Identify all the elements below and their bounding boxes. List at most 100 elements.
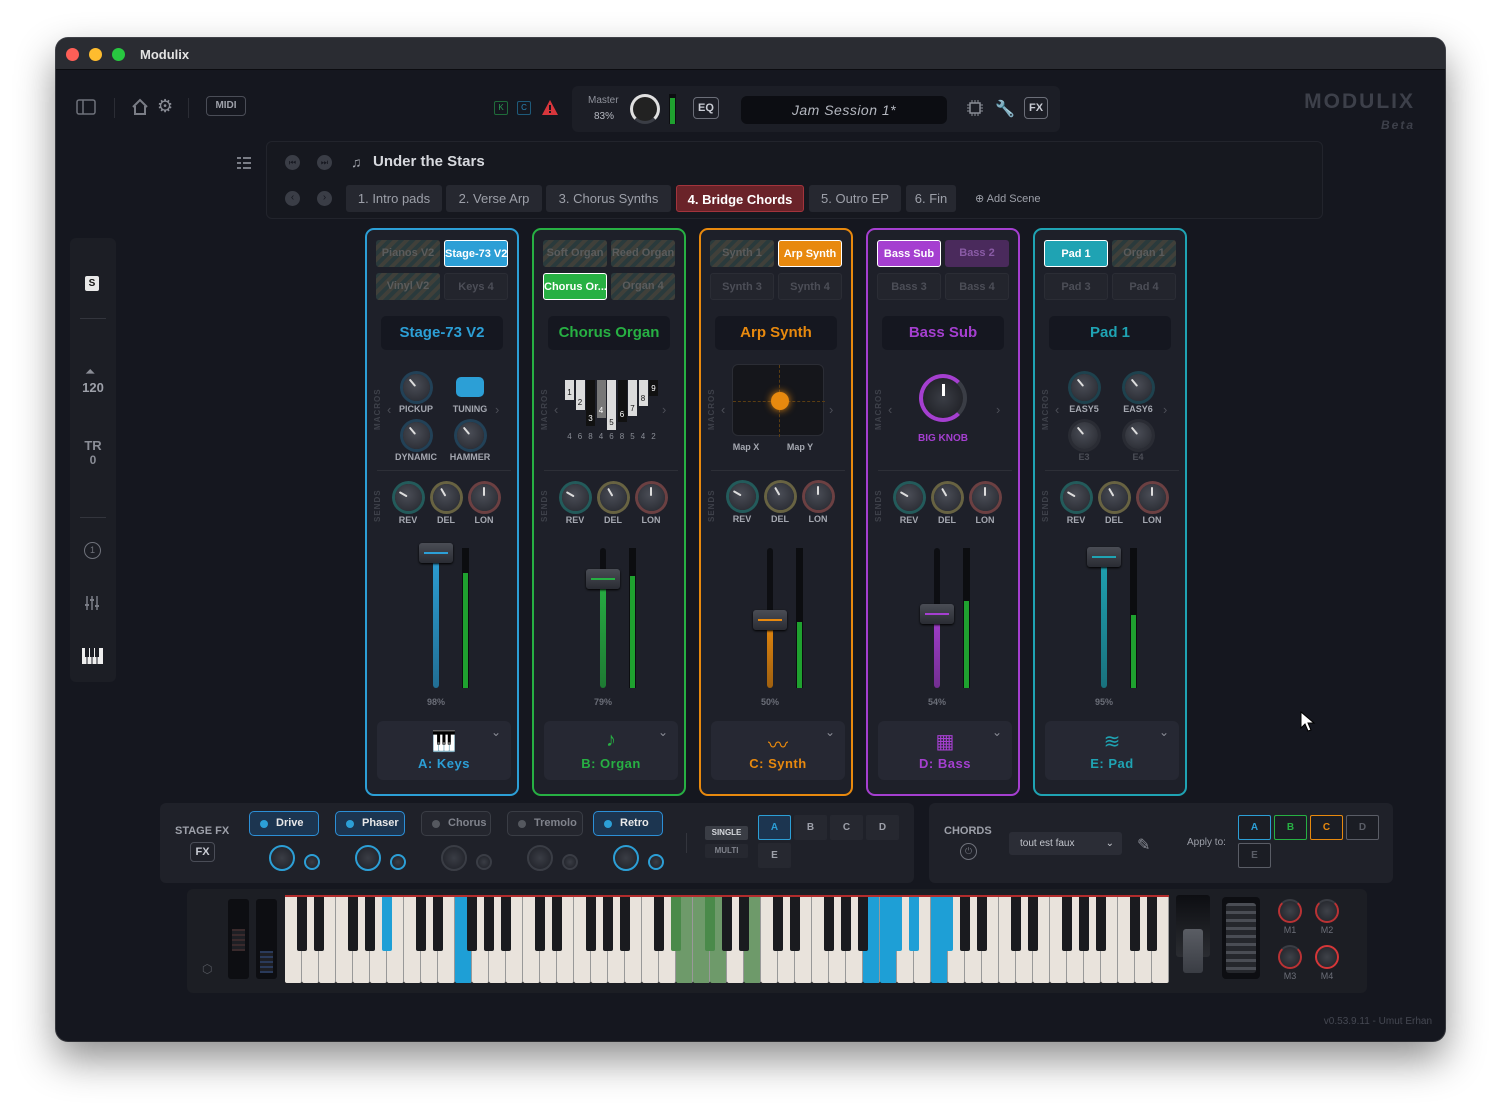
- preset-slot[interactable]: Arp Synth: [778, 240, 842, 267]
- lon-send-knob[interactable]: [638, 484, 665, 511]
- fx-target-e[interactable]: E: [758, 843, 791, 868]
- tempo-value[interactable]: 120: [70, 380, 116, 395]
- chord-target-a[interactable]: A: [1238, 815, 1271, 840]
- cpu-icon[interactable]: [966, 99, 984, 122]
- preset-slot[interactable]: Bass 3: [877, 273, 941, 300]
- instrument-selector[interactable]: ⌄ ▦ D: Bass: [878, 721, 1012, 780]
- rev-send-knob[interactable]: [395, 484, 422, 511]
- m2-knob[interactable]: [1315, 899, 1339, 923]
- macro-knob[interactable]: [1125, 422, 1152, 449]
- black-key[interactable]: [858, 897, 868, 951]
- drawbar[interactable]: 4: [596, 380, 606, 418]
- del-send-knob[interactable]: [767, 483, 794, 510]
- fx-link-icon[interactable]: [648, 854, 664, 870]
- preset-slot[interactable]: Soft Organ: [543, 240, 607, 267]
- preset-slot[interactable]: Vinyl V2: [376, 273, 440, 300]
- del-send-knob[interactable]: [1101, 484, 1128, 511]
- black-key[interactable]: [416, 897, 426, 951]
- black-key[interactable]: [620, 897, 630, 951]
- tab-scene-3[interactable]: 3. Chorus Synths: [546, 185, 671, 212]
- prev-scene-icon[interactable]: ‹: [285, 191, 300, 206]
- black-key[interactable]: [909, 897, 919, 951]
- drawbar[interactable]: 9: [649, 380, 658, 396]
- preset-display[interactable]: Jam Session 1*: [741, 96, 947, 124]
- preset-slot[interactable]: Pad 4: [1112, 273, 1176, 300]
- chevron-right-icon[interactable]: ›: [662, 402, 666, 417]
- c-indicator[interactable]: C: [517, 101, 531, 115]
- fx-target-d[interactable]: D: [866, 815, 899, 840]
- fx-link-icon[interactable]: [304, 854, 320, 870]
- fx-target-b[interactable]: B: [794, 815, 827, 840]
- fx-button[interactable]: FX: [1024, 97, 1048, 119]
- fx-link-icon[interactable]: [390, 854, 406, 870]
- fx-link-icon[interactable]: [476, 854, 492, 870]
- rev-send-knob[interactable]: [1063, 484, 1090, 511]
- preset-slot[interactable]: Pad 3: [1044, 273, 1108, 300]
- black-key[interactable]: [603, 897, 613, 951]
- preset-slot[interactable]: Synth 3: [710, 273, 774, 300]
- black-key[interactable]: [773, 897, 783, 951]
- tab-scene-6[interactable]: 6. Fin: [906, 185, 956, 212]
- drawbar[interactable]: 1: [565, 380, 574, 400]
- xy-pad[interactable]: [732, 364, 825, 437]
- mod-wheel[interactable]: [256, 899, 277, 979]
- fader-handle[interactable]: [419, 543, 453, 563]
- preset-slot[interactable]: Keys 4: [444, 273, 508, 300]
- fader-handle[interactable]: [753, 610, 787, 630]
- black-key[interactable]: [977, 897, 987, 951]
- black-key[interactable]: [1096, 897, 1106, 951]
- chord-target-e[interactable]: E: [1238, 843, 1271, 868]
- instrument-selector[interactable]: ⌄ 〰 C: Synth: [711, 721, 845, 780]
- volume-fader[interactable]: [1101, 548, 1107, 688]
- black-key[interactable]: [1079, 897, 1089, 951]
- chord-target-d[interactable]: D: [1346, 815, 1379, 840]
- preset-slot[interactable]: Reed Organ: [611, 240, 675, 267]
- black-key[interactable]: [1028, 897, 1038, 951]
- next-song-icon[interactable]: ⏭: [317, 155, 332, 170]
- preset-slot[interactable]: Bass Sub: [877, 240, 941, 267]
- transpose-value[interactable]: 0: [70, 453, 116, 467]
- master-knob[interactable]: [630, 94, 660, 124]
- chord-target-b[interactable]: B: [1274, 815, 1307, 840]
- black-key[interactable]: [739, 897, 749, 951]
- s-button[interactable]: S: [85, 276, 99, 291]
- drawbar[interactable]: 8: [638, 380, 648, 406]
- drawbar[interactable]: 6: [617, 380, 627, 422]
- black-key[interactable]: [1062, 897, 1072, 951]
- fx-amount-knob[interactable]: [441, 845, 467, 871]
- black-key[interactable]: [654, 897, 664, 951]
- black-key[interactable]: [790, 897, 800, 951]
- chevron-left-icon[interactable]: ‹: [721, 402, 725, 417]
- prev-song-icon[interactable]: ⏮: [285, 155, 300, 170]
- fx-retro-button[interactable]: Retro: [593, 811, 663, 836]
- black-key[interactable]: [314, 897, 324, 951]
- scroll-wheel[interactable]: [1222, 897, 1260, 979]
- m1-knob[interactable]: [1278, 899, 1302, 923]
- zoom-button[interactable]: [112, 48, 125, 61]
- fx-chorus-button[interactable]: Chorus: [421, 811, 491, 836]
- add-scene-button[interactable]: ⊕ Add Scene: [975, 192, 1041, 205]
- wrench-icon[interactable]: 🔧: [995, 99, 1015, 119]
- fx-drive-button[interactable]: Drive: [249, 811, 319, 836]
- home-icon[interactable]: [131, 98, 149, 120]
- chevron-left-icon[interactable]: ‹: [888, 402, 892, 417]
- fx-link-icon[interactable]: [562, 854, 578, 870]
- drawbar[interactable]: 3: [586, 380, 595, 426]
- fader-handle[interactable]: [1087, 547, 1121, 567]
- lon-send-knob[interactable]: [1139, 484, 1166, 511]
- next-scene-icon[interactable]: ›: [317, 191, 332, 206]
- tab-scene-2[interactable]: 2. Verse Arp: [446, 185, 542, 212]
- black-key[interactable]: [467, 897, 477, 951]
- fx-phaser-button[interactable]: Phaser: [335, 811, 405, 836]
- macro-knob[interactable]: [1071, 422, 1098, 449]
- black-key[interactable]: [1011, 897, 1021, 951]
- preset-slot[interactable]: Bass 4: [945, 273, 1009, 300]
- macro-knob[interactable]: [1071, 374, 1098, 401]
- xy-handle[interactable]: [771, 392, 789, 410]
- black-key[interactable]: [722, 897, 732, 951]
- tab-scene-5[interactable]: 5. Outro EP: [809, 185, 901, 212]
- preset-slot[interactable]: Organ 1: [1112, 240, 1176, 267]
- fx-target-c[interactable]: C: [830, 815, 863, 840]
- chevron-left-icon[interactable]: ‹: [554, 402, 558, 417]
- fx-tremolo-button[interactable]: Tremolo: [507, 811, 583, 836]
